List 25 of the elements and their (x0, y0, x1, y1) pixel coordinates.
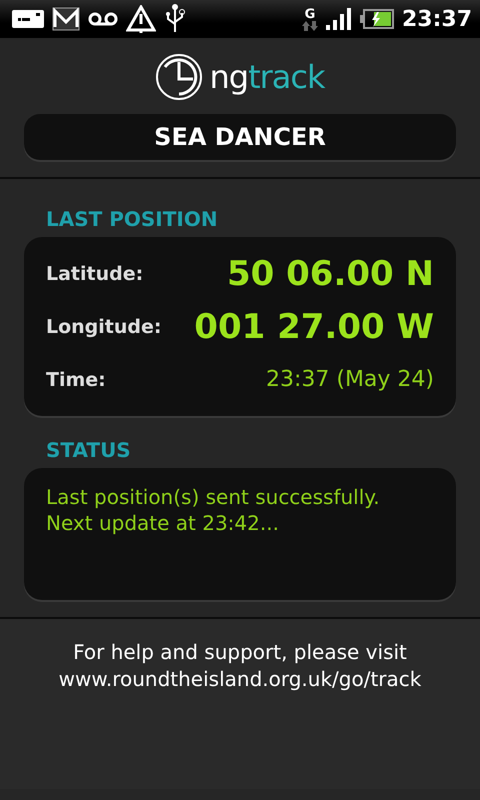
field-value: 23:37 (May 24) (266, 367, 434, 392)
field-label: Longitude: (46, 316, 162, 338)
app-logo-text: ngtrack (209, 61, 325, 93)
usb-icon (164, 4, 186, 34)
signal-icon (326, 8, 352, 30)
clock-logo-icon (155, 53, 204, 101)
field-label: Latitude: (46, 262, 144, 284)
clock-time: 23:37 (402, 6, 472, 32)
status-message: Next update at 23:42... (46, 510, 280, 536)
keyboard-icon (12, 10, 44, 28)
field-value: 50 06.00 N (227, 254, 434, 294)
section-heading: LAST POSITION (45, 206, 219, 231)
mail-icon (52, 7, 80, 31)
field-value: 001 27.00 W (194, 306, 434, 346)
vessel-name: SEA DANCER (24, 114, 456, 160)
battery-icon (360, 9, 394, 29)
network-type: G (304, 8, 316, 20)
voicemail-icon (88, 12, 118, 26)
data-arrows-icon (302, 20, 318, 30)
field-label: Time: (46, 368, 106, 390)
warning-icon (126, 5, 156, 33)
section-heading: STATUS (45, 437, 132, 462)
help-text: For help and support, please visit (73, 639, 407, 666)
help-text: www.roundtheisland.org.uk/go/track (58, 666, 422, 693)
status-message: Last position(s) sent successfully. (46, 484, 381, 510)
